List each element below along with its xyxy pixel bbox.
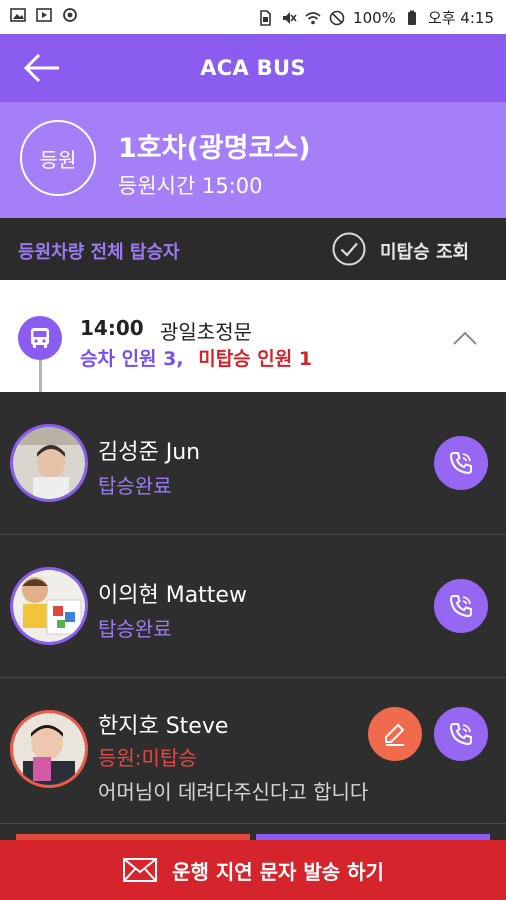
clock: 오후 4:15 bbox=[427, 9, 494, 27]
phone-icon bbox=[449, 723, 472, 746]
bottom-strip bbox=[0, 824, 506, 840]
stop-counts: 승차 인원 3, 미탑승 인원 1 bbox=[80, 344, 312, 371]
rider-status: 등원:미탑승 bbox=[98, 746, 197, 770]
stop-time: 14:00 bbox=[80, 316, 144, 340]
call-button[interactable] bbox=[434, 707, 488, 761]
avatar bbox=[10, 567, 88, 645]
boarded-count: 승차 인원 3, bbox=[80, 348, 184, 370]
rider-note: 어머님이 데려다주신다고 합니다 bbox=[98, 780, 369, 804]
rider-name: 이의현 Mattew bbox=[98, 583, 247, 608]
all-riders-label[interactable]: 등원차량 전체 탑승자 bbox=[18, 238, 180, 264]
list-item[interactable]: 김성준 Jun 탑승완료 bbox=[0, 392, 506, 535]
wifi-icon bbox=[305, 11, 321, 24]
rider-name: 한지호 Steve bbox=[98, 714, 229, 739]
play-store-icon bbox=[36, 8, 52, 22]
avatar bbox=[10, 424, 88, 502]
unboarded-query-button[interactable]: 미탑승 조회 bbox=[380, 238, 469, 264]
route-type-badge: 등원 bbox=[20, 120, 96, 196]
route-line bbox=[39, 360, 42, 392]
stop-place: 광일초정문 bbox=[160, 320, 252, 344]
call-button[interactable] bbox=[434, 579, 488, 633]
status-bar: 100% 오후 4:15 bbox=[0, 0, 506, 34]
pencil-icon bbox=[385, 723, 405, 746]
rider-list: 김성준 Jun 탑승완료 이의현 Mattew 탑승완료 한지호 Steve 등… bbox=[0, 392, 506, 840]
check-circle-icon[interactable] bbox=[332, 232, 366, 266]
avatar bbox=[10, 710, 88, 788]
image-icon bbox=[10, 8, 26, 22]
chevron-up-icon[interactable] bbox=[452, 328, 478, 348]
phone-icon bbox=[449, 452, 472, 475]
mail-icon bbox=[123, 858, 158, 882]
filter-bar: 등원차량 전체 탑승자 미탑승 조회 bbox=[0, 218, 506, 280]
send-delay-message-button[interactable]: 운행 지연 문자 발송 하기 bbox=[0, 840, 506, 900]
delay-message-label: 운행 지연 문자 발송 하기 bbox=[172, 859, 384, 884]
sim-icon bbox=[260, 9, 271, 26]
bus-icon bbox=[18, 316, 62, 360]
battery-icon bbox=[407, 10, 416, 25]
route-header: 등원 1호차(광명코스) 등원시간 15:00 bbox=[0, 102, 506, 218]
list-item[interactable]: 이의현 Mattew 탑승완료 bbox=[0, 535, 506, 678]
page-title: ACA BUS bbox=[200, 56, 306, 80]
rider-name: 김성준 Jun bbox=[98, 440, 201, 465]
rider-status: 탑승완료 bbox=[98, 474, 172, 498]
phone-icon bbox=[449, 595, 472, 618]
rider-status: 탑승완료 bbox=[98, 617, 172, 641]
route-name: 1호차(광명코스) bbox=[118, 133, 311, 164]
unboarded-count: 미탑승 인원 1 bbox=[198, 348, 313, 370]
no-disturb-icon bbox=[329, 10, 345, 25]
route-time: 등원시간 15:00 bbox=[118, 174, 263, 198]
mute-icon bbox=[283, 11, 297, 24]
call-button[interactable] bbox=[434, 436, 488, 490]
app-bar: ACA BUS bbox=[0, 34, 506, 102]
list-item[interactable]: 한지호 Steve 등원:미탑승 어머님이 데려다주신다고 합니다 bbox=[0, 678, 506, 824]
sync-icon bbox=[63, 8, 77, 22]
battery-percent: 100% bbox=[353, 8, 396, 27]
edit-button[interactable] bbox=[368, 707, 422, 761]
stop-row[interactable]: 14:00 광일초정문 승차 인원 3, 미탑승 인원 1 bbox=[0, 280, 506, 392]
